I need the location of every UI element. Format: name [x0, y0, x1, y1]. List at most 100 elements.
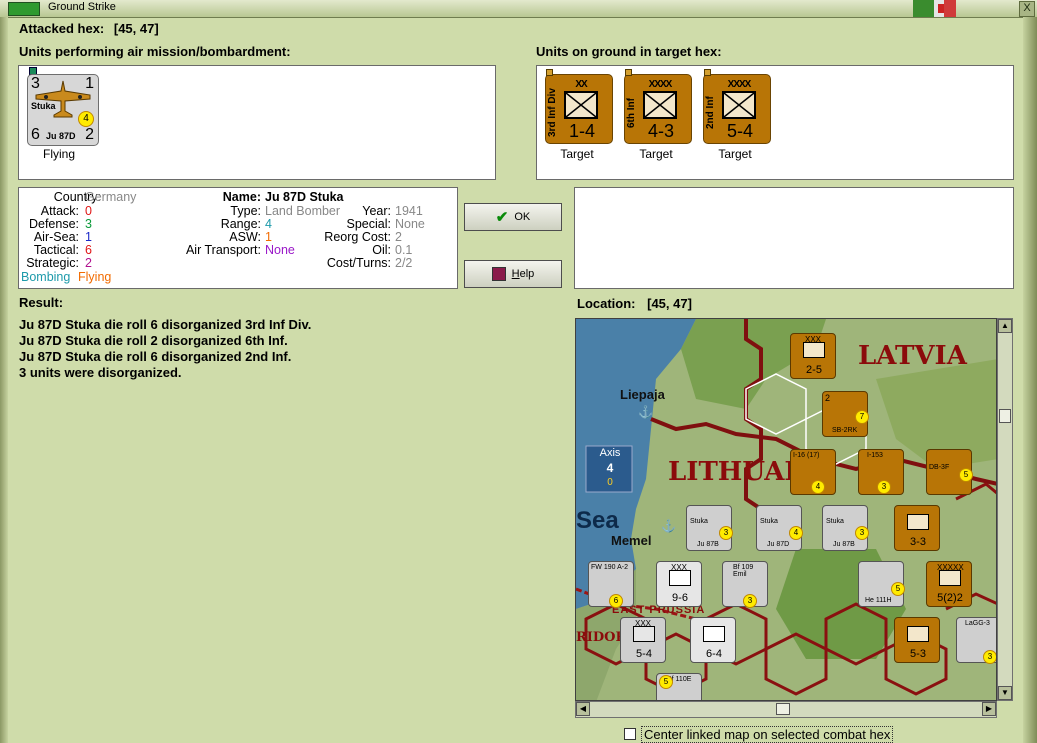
map-unit-counter[interactable]: LaGG-3 3 [956, 617, 996, 664]
map-unit-model: I-153 [867, 452, 883, 459]
airsea-label: Air-Sea: [33, 230, 79, 244]
year-label: Year: [362, 204, 391, 218]
scroll-down-icon[interactable]: ▼ [998, 686, 1012, 700]
result-line: 3 units were disorganized. [19, 365, 182, 380]
ok-button[interactable]: ✔ OK [464, 203, 562, 231]
map-unit-counter[interactable]: He 111H 5 [858, 561, 905, 607]
ground-unit-strength: 4-3 [647, 121, 674, 141]
map-unit-counter[interactable]: 6-4 [690, 617, 736, 663]
window-frame-right [1023, 17, 1037, 743]
map-unit-counter[interactable]: 2 SB-2RK 7 [822, 391, 869, 437]
ground-unit-size: XXXX [727, 79, 752, 90]
map-unit-badge: 4 [789, 526, 803, 540]
air-unit-counter[interactable]: 3 1 Stuka 4 6 Ju 87D 2 [27, 74, 99, 146]
map-unit-counter[interactable]: Bf 110E 5 [656, 673, 702, 700]
help-label-rest: elp [519, 268, 535, 280]
strategic-label: Strategic: [26, 256, 79, 270]
map-unit-counter[interactable]: Stuka Ju 87D 4 [756, 505, 803, 551]
infantry-symbol-icon [564, 91, 598, 119]
infantry-symbol-icon [722, 91, 756, 119]
location-label: Location: [577, 296, 636, 311]
map-unit-counter[interactable]: I-153 3 [858, 449, 904, 495]
ground-unit-counter[interactable]: 3rd Inf Div XX 1-4 [545, 69, 613, 144]
air-unit-strategic: 2 [85, 126, 94, 143]
map-unit-counter[interactable]: Bf 109 Emil 3 [722, 561, 768, 608]
map-vertical-scrollbar[interactable]: ▲ ▼ [997, 318, 1013, 701]
map-unit-badge: 5 [959, 468, 973, 482]
map-horizontal-scrollbar[interactable]: ◀ ▶ [575, 701, 997, 718]
status-bombing: Bombing [21, 270, 71, 284]
unit-marker-icon [546, 69, 553, 76]
map-unit-strength: 5(2)2 [937, 592, 963, 604]
scroll-up-icon[interactable]: ▲ [998, 319, 1012, 333]
flag-icon [913, 0, 934, 17]
result-line: Ju 87D Stuka die roll 2 disorganized 6th… [19, 333, 288, 348]
ground-unit-name: 6th Inf [626, 98, 637, 128]
map-unit-counter[interactable]: XXX 5-4 [620, 617, 666, 663]
map-unit-model: Ju 87B [833, 541, 855, 548]
ground-unit-name: 2nd Inf [705, 96, 716, 130]
map-unit-counter[interactable]: I-16 (17) 4 [790, 449, 836, 495]
range-value: 4 [265, 217, 272, 231]
axis-box-zero: 0 [607, 477, 613, 488]
map-unit-badge: 3 [719, 526, 733, 540]
map-unit-model: LaGG-3 [965, 620, 990, 627]
result-line: Ju 87D Stuka die roll 6 disorganized 2nd… [19, 349, 292, 364]
map-unit-counter[interactable]: FW 190 A-2 6 [588, 561, 634, 608]
combat-map[interactable]: LATVIA LITHUAI Sea Liepaja Memel EAST PR… [575, 318, 997, 701]
map-unit-strength: 5-3 [910, 648, 926, 660]
asw-value: 1 [265, 230, 272, 244]
ground-unit-name: 3rd Inf Div [547, 88, 558, 138]
map-unit-counter[interactable]: XXX 9-6 [656, 561, 702, 607]
location-value: [45, 47] [647, 296, 692, 311]
map-unit-model: Ju 87B [697, 541, 719, 548]
map-unit-strength: 5-4 [636, 648, 652, 660]
map-unit-badge: 5 [891, 582, 905, 596]
ground-unit-size: XX [575, 79, 587, 90]
type-label: Type: [230, 204, 261, 218]
checkmark-icon: ✔ [495, 209, 509, 226]
ground-unit-strength: 5-4 [726, 121, 753, 141]
ground-unit-caption: Target [639, 147, 673, 161]
map-unit-badge: 5 [659, 675, 673, 689]
horizontal-scroll-thumb[interactable] [776, 703, 790, 715]
map-unit-counter[interactable]: DB-3F 5 [926, 449, 973, 495]
map-unit-counter[interactable]: 3-3 [894, 505, 940, 551]
scroll-right-icon[interactable]: ▶ [982, 702, 996, 716]
map-label-sea: Sea [576, 507, 619, 534]
special-label: Special: [346, 217, 391, 231]
airtransport-label: Air Transport: [185, 243, 261, 257]
ground-unit-counter[interactable]: 2nd Inf XXXX 5-4 [703, 69, 771, 144]
tactical-value: 6 [85, 243, 92, 257]
map-unit-counter[interactable]: 5-3 [894, 617, 940, 663]
cost-value: 2/2 [395, 256, 413, 270]
map-unit-badge: 3 [743, 594, 757, 608]
vertical-scroll-thumb[interactable] [999, 409, 1011, 423]
app-icon [8, 2, 40, 16]
defense-label: Defense: [28, 217, 79, 231]
map-unit-badge: 3 [983, 650, 996, 664]
name-value: Ju 87D Stuka [265, 190, 344, 204]
ground-unit-size: XXXX [648, 79, 673, 90]
ground-unit-counter[interactable]: 6th Inf XXXX 4-3 [624, 69, 692, 144]
port-anchor-icon: ⚓ [638, 405, 653, 419]
air-unit-caption: Flying [42, 147, 75, 161]
map-unit-counter[interactable]: Stuka Ju 87B 3 [822, 505, 869, 551]
unit-marker-icon [625, 69, 632, 76]
map-unit-counter[interactable]: Stuka Ju 87B 3 [686, 505, 733, 551]
map-unit-value: 2 [825, 393, 831, 403]
cost-label: Cost/Turns: [326, 256, 391, 270]
scroll-left-icon[interactable]: ◀ [576, 702, 590, 716]
center-map-label[interactable]: Center linked map on selected combat hex [641, 726, 894, 743]
center-map-checkbox[interactable] [624, 728, 636, 740]
map-unit-counter[interactable]: XXX 2-5 [790, 333, 836, 379]
special-value: None [395, 217, 425, 231]
map-unit-name: Stuka [690, 518, 708, 525]
map-unit-counter[interactable]: XXXXX 5(2)2 [926, 561, 972, 607]
oil-label: Oil: [372, 243, 391, 257]
map-unit-model: I-16 (17) [793, 452, 820, 459]
status-flying: Flying [78, 270, 112, 284]
map-unit-model: DB-3F [929, 464, 950, 471]
close-button[interactable]: X [1019, 1, 1035, 17]
help-button[interactable]: Help [464, 260, 562, 288]
